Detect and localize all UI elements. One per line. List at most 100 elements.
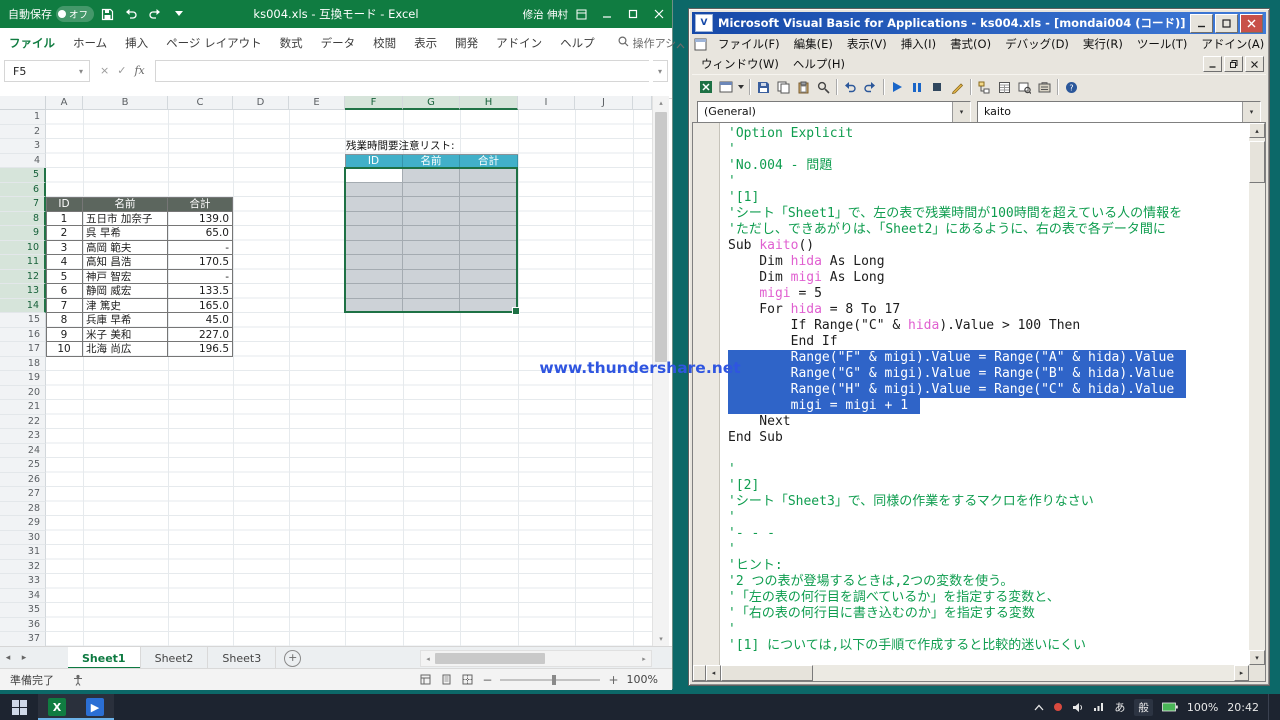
cell-C15[interactable]: 45.0: [168, 313, 233, 328]
horizontal-scrollbar[interactable]: ◂ ▸: [420, 650, 652, 667]
child-restore-icon[interactable]: [1224, 56, 1243, 72]
save-icon[interactable]: [753, 78, 773, 96]
row-header-36[interactable]: 36: [0, 618, 46, 633]
break-icon[interactable]: [907, 78, 927, 96]
col-header-F[interactable]: F: [345, 96, 403, 110]
cell-G12[interactable]: [403, 270, 460, 285]
procedure-combo-dropdown-icon[interactable]: ▾: [1242, 102, 1260, 122]
code-line-6[interactable]: 'シート「Sheet1」で、左の表で残業時間が100時間を超えている人の情報を: [728, 206, 1249, 222]
code-line-28[interactable]: 'ヒント:: [728, 558, 1249, 574]
code-line-13[interactable]: If Range("C" & hida).Value > 100 Then: [728, 318, 1249, 334]
col-header-D[interactable]: D: [233, 96, 289, 110]
code-line-2[interactable]: ': [728, 142, 1249, 158]
vba-close-button[interactable]: [1240, 14, 1263, 33]
code-line-26[interactable]: '- - -: [728, 526, 1249, 542]
vba-maximize-button[interactable]: [1215, 14, 1238, 33]
row-header-31[interactable]: 31: [0, 545, 46, 560]
cell-A7[interactable]: ID: [46, 197, 83, 212]
col-header-J[interactable]: J: [575, 96, 633, 110]
cell-F11[interactable]: [345, 255, 403, 270]
row-header-28[interactable]: 28: [0, 502, 46, 517]
row-header-20[interactable]: 20: [0, 386, 46, 401]
code-line-8[interactable]: Sub kaito(): [728, 238, 1249, 254]
cell-F7[interactable]: [345, 197, 403, 212]
vba-menu-edit[interactable]: 編集(E): [787, 34, 840, 54]
row-header-4[interactable]: 4: [0, 154, 46, 169]
col-header-A[interactable]: A: [46, 96, 83, 110]
row-header-5[interactable]: 5: [0, 168, 46, 183]
code-line-11[interactable]: migi = 5: [728, 286, 1249, 302]
vertical-scroll-thumb[interactable]: [655, 112, 667, 362]
cell-F8[interactable]: [345, 212, 403, 227]
cell-B17[interactable]: 北海 尚広: [83, 342, 168, 357]
cell-H7[interactable]: [460, 197, 518, 212]
code-line-12[interactable]: For hida = 8 To 17: [728, 302, 1249, 318]
minimize-button[interactable]: [594, 0, 620, 28]
cell-B8[interactable]: 五日市 加奈子: [83, 212, 168, 227]
help-icon[interactable]: ?: [1061, 78, 1081, 96]
code-vscroll-thumb[interactable]: [1249, 141, 1265, 183]
cell-C11[interactable]: 170.5: [168, 255, 233, 270]
cell-F5[interactable]: [345, 168, 403, 183]
battery-icon[interactable]: [1162, 702, 1178, 712]
zoom-in-icon[interactable]: +: [608, 673, 618, 687]
row-header-30[interactable]: 30: [0, 531, 46, 546]
zoom-out-icon[interactable]: −: [482, 673, 492, 687]
cell-C8[interactable]: 139.0: [168, 212, 233, 227]
tell-me-search[interactable]: 操作アシ: [618, 35, 677, 51]
row-header-10[interactable]: 10: [0, 241, 46, 256]
start-button[interactable]: [0, 694, 38, 720]
row-header-11[interactable]: 11: [0, 255, 46, 270]
select-all-corner[interactable]: [0, 96, 46, 110]
scroll-right-icon[interactable]: ▸: [637, 655, 651, 663]
code-line-21[interactable]: [728, 446, 1249, 462]
formula-input[interactable]: [155, 60, 649, 82]
cell-H12[interactable]: [460, 270, 518, 285]
run-macro-icon[interactable]: [887, 78, 907, 96]
col-header-C[interactable]: C: [168, 96, 233, 110]
cell-G7[interactable]: [403, 197, 460, 212]
code-line-16[interactable]: Range("G" & migi).Value = Range("B" & hi…: [728, 366, 1249, 382]
cell-C7[interactable]: 合計: [168, 197, 233, 212]
row-header-32[interactable]: 32: [0, 560, 46, 575]
cell-B16[interactable]: 米子 美和: [83, 328, 168, 343]
taskbar-app-blue[interactable]: ▶: [76, 694, 114, 720]
horizontal-scroll-thumb[interactable]: [435, 653, 545, 664]
col-header-H[interactable]: H: [460, 96, 518, 110]
page-break-view-icon[interactable]: [461, 673, 474, 686]
row-header-17[interactable]: 17: [0, 342, 46, 357]
cell-F12[interactable]: [345, 270, 403, 285]
row-header-23[interactable]: 23: [0, 429, 46, 444]
code-scroll-left-icon[interactable]: ◂: [706, 665, 721, 681]
quick-access-dropdown-icon[interactable]: [168, 4, 190, 24]
zoom-slider-thumb[interactable]: [552, 675, 556, 685]
sheet-tab-sheet1[interactable]: Sheet1: [68, 647, 141, 669]
row-header-33[interactable]: 33: [0, 574, 46, 589]
toolbox-icon[interactable]: [1034, 78, 1054, 96]
code-line-25[interactable]: ': [728, 510, 1249, 526]
ribbon-display-options-icon[interactable]: [568, 0, 594, 28]
row-header-9[interactable]: 9: [0, 226, 46, 241]
cell-B9[interactable]: 呉 早希: [83, 226, 168, 241]
row-header-37[interactable]: 37: [0, 632, 46, 646]
reset-icon[interactable]: [927, 78, 947, 96]
ime-conversion-mode[interactable]: 般: [1134, 699, 1153, 716]
ribbon-tab-page-layout[interactable]: ページ レイアウト: [157, 35, 270, 51]
row-header-22[interactable]: 22: [0, 415, 46, 430]
cell-F4[interactable]: ID: [345, 154, 403, 169]
code-editor[interactable]: 'Option Explicit''No.004 - 問題''[1]'シート「S…: [720, 123, 1249, 665]
vba-menu-view[interactable]: 表示(V): [840, 34, 894, 54]
vba-menu-file[interactable]: ファイル(F): [711, 34, 787, 54]
row-header-15[interactable]: 15: [0, 313, 46, 328]
page-layout-view-icon[interactable]: [440, 673, 453, 686]
sheet-nav-left-icon[interactable]: ◂: [0, 653, 16, 663]
object-combo[interactable]: (General) ▾: [697, 101, 971, 123]
cell-A17[interactable]: 10: [46, 342, 83, 357]
vba-menu-addins[interactable]: アドイン(A): [1194, 34, 1271, 54]
code-line-19[interactable]: Next: [728, 414, 1249, 430]
row-header-26[interactable]: 26: [0, 473, 46, 488]
undo-icon[interactable]: [840, 78, 860, 96]
sheet-tab-sheet3[interactable]: Sheet3: [208, 647, 276, 669]
row-header-14[interactable]: 14: [0, 299, 46, 314]
cell-G9[interactable]: [403, 226, 460, 241]
